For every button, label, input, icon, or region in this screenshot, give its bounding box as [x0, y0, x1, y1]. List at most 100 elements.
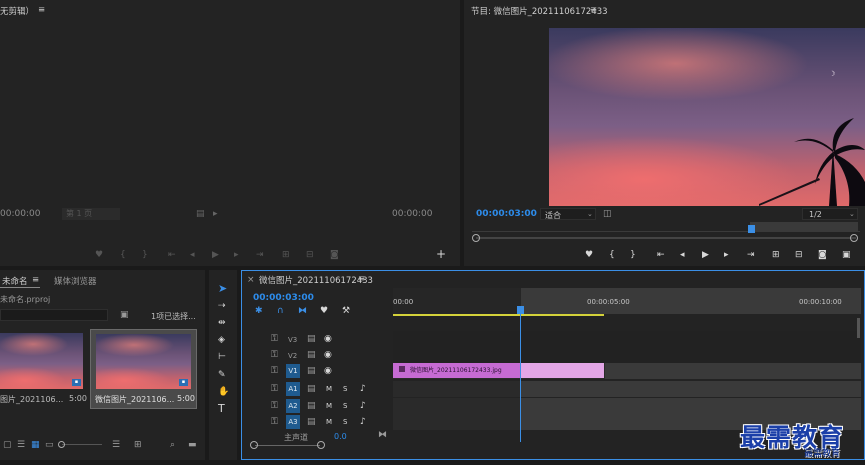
sync-lock-icon[interactable]: ▤	[307, 417, 316, 427]
track-lane-v3[interactable]	[393, 331, 861, 347]
panel-menu-icon[interactable]: ≡	[358, 274, 365, 284]
track-target-a2[interactable]: A2	[286, 399, 300, 413]
mute-icon[interactable]: M	[326, 384, 332, 394]
new-bin-icon[interactable]: ▬	[188, 440, 197, 450]
timeline-scroll-handle-right[interactable]	[317, 441, 325, 449]
lift-icon[interactable]: ⊞	[772, 250, 780, 260]
pen-tool-icon[interactable]: ✎	[218, 370, 226, 380]
timeline-vertical-scroll[interactable]	[857, 318, 860, 338]
fit-select[interactable]: 适合 ⌄	[540, 208, 596, 220]
add-marker-icon[interactable]: ♥	[320, 306, 328, 316]
panel-menu-icon[interactable]: ≡	[32, 275, 39, 285]
step-back-icon[interactable]: ◂	[680, 250, 685, 260]
snap-icon[interactable]: ∩	[277, 306, 284, 316]
play-icon[interactable]: ▶	[702, 250, 709, 260]
automate-icon[interactable]: ⊞	[134, 440, 142, 450]
sync-lock-icon[interactable]: ▤	[307, 350, 316, 360]
camera-icon[interactable]: ◙	[330, 250, 339, 260]
program-scroll-handle-right[interactable]	[850, 234, 858, 242]
go-to-out-icon[interactable]: ⇥	[256, 250, 264, 260]
in-out-range-bar[interactable]	[393, 314, 604, 316]
solo-icon[interactable]: S	[343, 384, 347, 394]
settings-icon[interactable]: ◫	[603, 209, 612, 219]
track-target-a1[interactable]: A1	[286, 382, 300, 396]
track-target-a3[interactable]: A3	[286, 415, 300, 429]
solo-icon[interactable]: S	[343, 417, 347, 427]
go-to-out-icon[interactable]: ⇥	[747, 250, 755, 260]
marker-icon[interactable]: ♥	[95, 250, 103, 260]
timeline-timecode[interactable]: 00:00:03:00	[253, 293, 314, 303]
lock-icon[interactable]: ⚿	[271, 384, 278, 394]
source-timecode[interactable]: 00:00:00	[0, 209, 40, 219]
source-duration[interactable]: 00:00:00	[392, 209, 432, 219]
camera-icon[interactable]: ◙	[818, 250, 827, 260]
settings-icon[interactable]: ▤	[196, 209, 205, 219]
compare-icon[interactable]: ▣	[842, 250, 851, 260]
track-target-v1[interactable]: V1	[286, 364, 300, 378]
program-scroll-handle-left[interactable]	[472, 234, 480, 242]
lock-icon[interactable]: ⚿	[271, 417, 278, 427]
timeline-title[interactable]: 微信图片_20211106172433	[259, 274, 373, 286]
program-zoom-bar[interactable]	[750, 222, 858, 232]
panel-menu-icon[interactable]: ≡	[590, 5, 597, 15]
media-thumbnail[interactable]: ▪	[96, 334, 191, 389]
solo-icon[interactable]: S	[343, 401, 347, 411]
mute-icon[interactable]: M	[326, 401, 332, 411]
master-volume[interactable]: 0.0	[334, 432, 347, 441]
timeline-playhead[interactable]	[517, 306, 524, 314]
microphone-icon[interactable]: ♪	[360, 417, 366, 427]
eye-icon[interactable]: ◉	[324, 334, 332, 344]
ripple-edit-tool-icon[interactable]: ⇹	[218, 318, 226, 328]
sync-lock-icon[interactable]: ▤	[307, 401, 316, 411]
timeline-clip[interactable]: 微信图片_20211106172433.jpg	[393, 363, 604, 378]
slip-tool-icon[interactable]: ⊢	[218, 352, 226, 362]
overwrite-icon[interactable]: ⊟	[306, 250, 314, 260]
go-to-in-icon[interactable]: ⇤	[657, 250, 665, 260]
selection-tool-icon[interactable]: ➤	[218, 283, 227, 294]
play-icon[interactable]: ▶	[212, 250, 219, 260]
track-select-tool-icon[interactable]: ⇢	[218, 301, 226, 311]
marker-icon[interactable]: ♥	[585, 250, 593, 260]
mark-in-icon[interactable]: {	[609, 250, 615, 260]
tab-media-browser[interactable]: 媒体浏览器	[54, 275, 97, 287]
lock-icon[interactable]: ⚿	[271, 366, 278, 376]
step-forward-icon[interactable]: ▸	[724, 250, 729, 260]
sync-lock-icon[interactable]: ▤	[307, 384, 316, 394]
lock-icon[interactable]: ⚿	[271, 350, 278, 360]
lock-icon[interactable]: ▢	[3, 440, 12, 450]
nest-icon[interactable]: ✱	[255, 306, 263, 316]
freeform-view-icon[interactable]: ▭	[45, 440, 54, 450]
source-monitor-title[interactable]: 无剪辑）	[0, 5, 34, 17]
microphone-icon[interactable]: ♪	[360, 401, 366, 411]
lock-icon[interactable]: ⚿	[271, 334, 278, 344]
timeline-scroll-track[interactable]	[255, 445, 320, 446]
go-to-in-icon[interactable]: ⇤	[168, 250, 176, 260]
mark-out-icon[interactable]: }	[142, 250, 148, 260]
zoom-slider-handle[interactable]	[58, 441, 65, 448]
add-button-icon[interactable]: +	[436, 248, 446, 260]
sync-lock-icon[interactable]: ▤	[307, 334, 316, 344]
program-scroll-track[interactable]	[476, 237, 856, 239]
track-lane-v2[interactable]	[393, 347, 861, 363]
resolution-select[interactable]: 1/2 ⌄	[802, 208, 858, 220]
fit-icon[interactable]: ▸	[213, 209, 218, 219]
program-monitor-title[interactable]: 节目: 微信图片_20211106172433	[471, 5, 608, 17]
panel-menu-icon[interactable]: ≡	[38, 5, 45, 15]
sync-lock-icon[interactable]: ▤	[307, 366, 316, 376]
go-to-end-icon[interactable]: ⧓	[378, 430, 387, 440]
insert-icon[interactable]: ⊞	[282, 250, 290, 260]
search-input[interactable]	[0, 309, 108, 321]
mark-out-icon[interactable]: }	[630, 250, 636, 260]
timeline-scroll-handle-left[interactable]	[250, 441, 258, 449]
step-forward-icon[interactable]: ▸	[234, 250, 239, 260]
microphone-icon[interactable]: ♪	[360, 384, 366, 394]
tab-project[interactable]: 未命名	[2, 275, 28, 287]
zoom-slider[interactable]	[62, 444, 102, 445]
source-zoom-select[interactable]: 第 1 页	[62, 208, 120, 220]
program-playhead[interactable]	[748, 225, 755, 233]
sort-icon[interactable]: ☰	[112, 440, 120, 450]
find-icon[interactable]: ⌕	[170, 440, 175, 450]
list-view-icon[interactable]: ☰	[17, 440, 25, 450]
hand-tool-icon[interactable]: ✋	[218, 387, 229, 397]
extract-icon[interactable]: ⊟	[795, 250, 803, 260]
